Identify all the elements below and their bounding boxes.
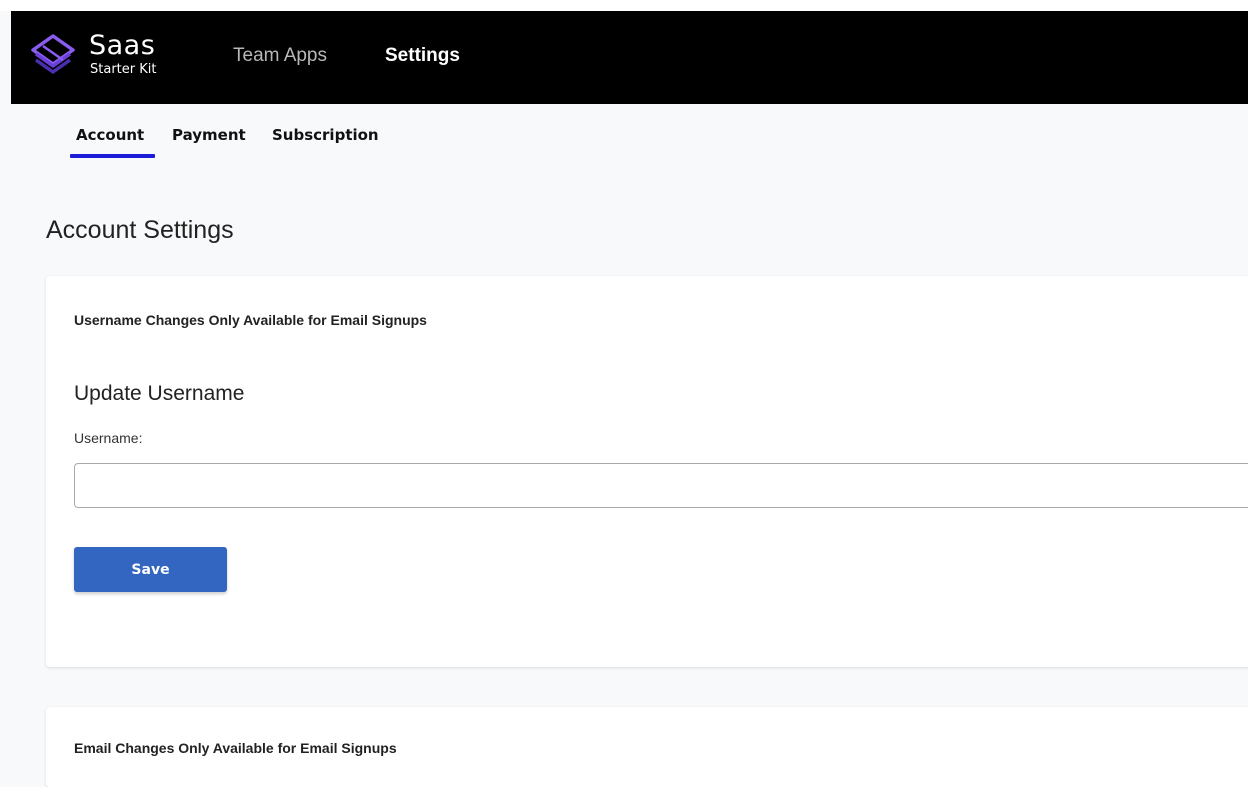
nav-link-team-apps[interactable]: Team Apps bbox=[233, 45, 327, 67]
tab-account[interactable]: Account bbox=[76, 126, 144, 144]
update-email-card: Email Changes Only Available for Email S… bbox=[46, 707, 1248, 787]
top-strip bbox=[0, 0, 1248, 11]
username-label: Username: bbox=[74, 430, 143, 446]
email-availability-note: Email Changes Only Available for Email S… bbox=[74, 740, 397, 756]
update-username-heading: Update Username bbox=[74, 382, 245, 405]
tab-payment[interactable]: Payment bbox=[172, 126, 246, 144]
page-title: Account Settings bbox=[46, 216, 234, 244]
brand-subtitle[interactable]: Starter Kit bbox=[90, 63, 156, 77]
nav-link-settings[interactable]: Settings bbox=[385, 45, 460, 67]
navbar: Saas Starter Kit Team Apps Settings bbox=[11, 11, 1248, 104]
username-input[interactable] bbox=[74, 463, 1248, 508]
save-button[interactable]: Save bbox=[74, 547, 227, 592]
brand-title[interactable]: Saas bbox=[89, 31, 155, 61]
update-username-card: Username Changes Only Available for Emai… bbox=[46, 276, 1248, 667]
tab-subscription[interactable]: Subscription bbox=[272, 126, 379, 144]
username-availability-note: Username Changes Only Available for Emai… bbox=[74, 312, 427, 328]
active-tab-indicator bbox=[70, 154, 155, 158]
layered-diamond-logo-icon[interactable] bbox=[27, 32, 79, 78]
